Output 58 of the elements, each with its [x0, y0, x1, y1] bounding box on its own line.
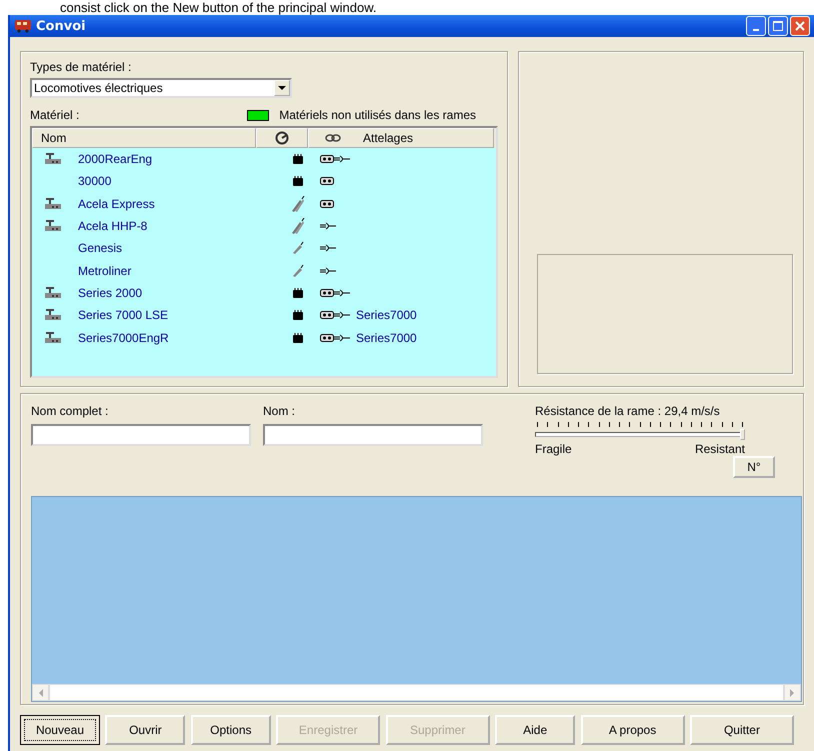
material-row[interactable]: Series 2000: [32, 282, 496, 304]
material-row[interactable]: 30000: [32, 170, 496, 193]
gauge-icon: [275, 131, 289, 145]
column-header[interactable]: [256, 128, 308, 148]
material-row[interactable]: Series 7000 LSE Series7000: [32, 304, 496, 326]
full-name-label: Nom complet :: [31, 404, 110, 418]
action-button[interactable]: Aide: [495, 715, 576, 745]
action-button[interactable]: Nouveau: [20, 715, 100, 745]
close-icon: [795, 21, 805, 31]
maximize-button[interactable]: [768, 16, 788, 36]
window-title: Convoi: [36, 18, 86, 34]
row-name: Series7000EngR: [78, 330, 170, 345]
minimize-icon: [753, 29, 759, 31]
right-arrow-icon: [790, 688, 795, 696]
row-name: Series 2000: [78, 286, 144, 300]
caret-icon: [278, 86, 286, 90]
left-arrow-icon: [38, 688, 43, 696]
action-button[interactable]: Ouvrir: [105, 715, 186, 745]
column-header[interactable]: Nom: [32, 128, 256, 148]
name-field[interactable]: [263, 424, 483, 446]
minimize-button[interactable]: [746, 16, 766, 36]
number-button[interactable]: N°: [733, 456, 775, 478]
types-label: Types de matériel :: [30, 60, 132, 74]
material-row[interactable]: Acela Express: [32, 192, 496, 215]
row-name: Series 7000 LSE: [78, 308, 170, 322]
material-row[interactable]: Acela HHP-8: [32, 214, 496, 238]
material-row[interactable]: Genesis: [32, 237, 496, 260]
action-button[interactable]: A propos: [580, 715, 685, 745]
row-name: Acela Express: [78, 196, 156, 211]
caption-text: consist click on the New button of the principal window.: [59, 0, 378, 15]
chain-icon: [325, 132, 341, 144]
row-name: Genesis: [78, 241, 124, 256]
resistance-slider[interactable]: [535, 422, 745, 440]
materiel-label: Matériel :: [30, 108, 80, 122]
bus-icon: [14, 19, 32, 33]
horizontal-scrollbar[interactable]: [32, 684, 801, 701]
material-row[interactable]: Series7000EngR Series7000: [32, 326, 496, 349]
min-label: Fragile: [535, 442, 572, 456]
action-button[interactable]: Quitter: [690, 715, 794, 745]
types-dropdown[interactable]: Locomotives électriques: [30, 78, 292, 98]
resistance-label: Résistance de la rame : 29,4 m/s/s: [535, 404, 721, 418]
max-label: Resistant: [694, 442, 745, 456]
row-name: 30000: [78, 174, 112, 188]
material-row[interactable]: 2000RearEng: [32, 148, 496, 170]
material-row[interactable]: Metroliner: [32, 259, 496, 282]
slider-thumb[interactable]: [740, 429, 745, 440]
coupling-text: Series7000: [356, 330, 417, 345]
row-name: Acela HHP-8: [78, 219, 148, 234]
coupling-text: Series7000: [356, 308, 417, 322]
name-label: Nom :: [263, 404, 296, 418]
legend-text: Matériels non utilisés dans les rames: [279, 108, 476, 122]
row-name: 2000RearEng: [78, 152, 154, 166]
column-header[interactable]: Attelages: [308, 128, 494, 148]
maximize-icon: [773, 21, 783, 31]
action-button[interactable]: Options: [190, 715, 271, 745]
row-name: Metroliner: [78, 264, 132, 278]
full-name-field[interactable]: [31, 424, 251, 446]
close-button[interactable]: [790, 16, 810, 36]
